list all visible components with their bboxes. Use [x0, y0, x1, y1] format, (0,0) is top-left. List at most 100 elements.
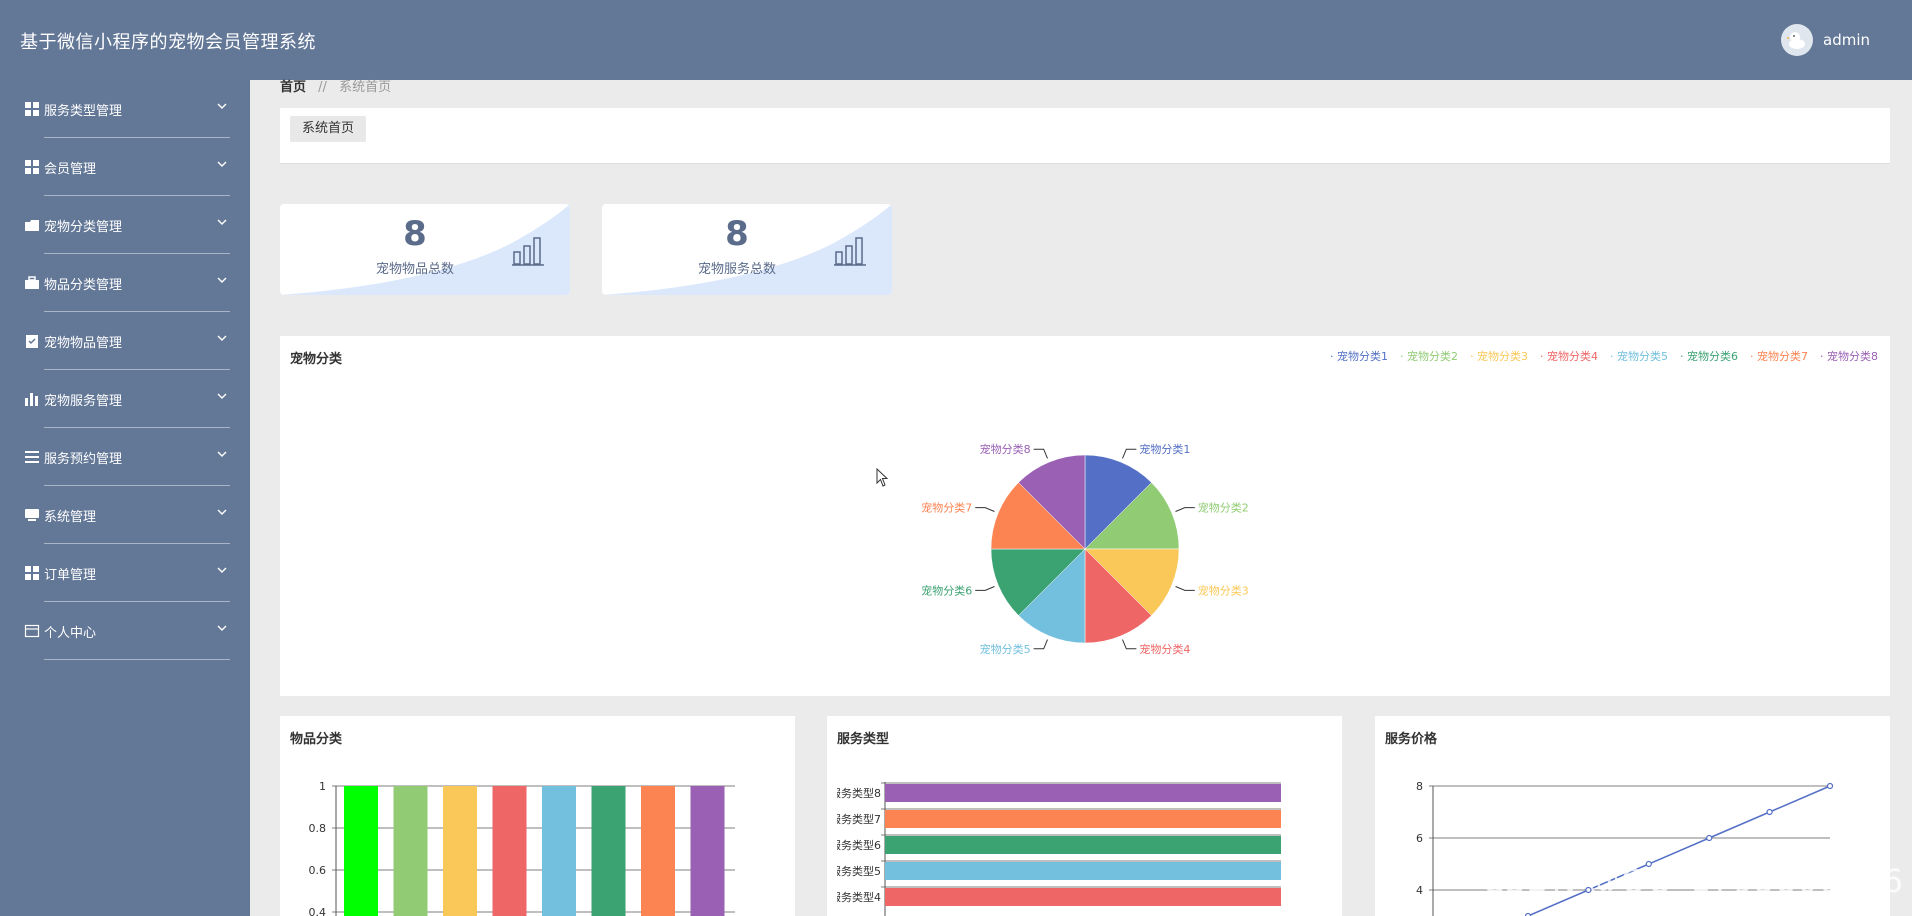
- y-category-label: 服务类型8: [830, 786, 881, 800]
- line-point[interactable]: [1706, 834, 1713, 842]
- chevron-down-icon[interactable]: [216, 332, 228, 344]
- sidebar-item[interactable]: 订单管理: [0, 544, 250, 602]
- breadcrumb-current: 系统首页: [339, 80, 392, 95]
- username[interactable]: admin: [1823, 31, 1870, 49]
- y-category-label: 服务类型4: [830, 890, 881, 904]
- pie-label: 宠物分类4: [1139, 642, 1190, 656]
- sidebar-item[interactable]: 宠物服务管理: [0, 370, 250, 428]
- bar-chart-icon: [834, 237, 866, 266]
- bar[interactable]: [393, 786, 428, 916]
- horizontal-bar-chart: 服务类型8 服务类型7 服务类型6 服务类型5 服务类型4: [827, 776, 1281, 916]
- chevron-down-icon[interactable]: [216, 216, 228, 228]
- y-tick-label: 0.8: [309, 822, 327, 835]
- sidebar-item-label: 订单管理: [44, 568, 97, 583]
- sidebar-item-label: 系统管理: [44, 510, 97, 525]
- user-menu[interactable]: admin: [1781, 24, 1870, 56]
- y-tick-label: 0.4: [309, 906, 327, 916]
- pie-label-line: [1175, 586, 1195, 591]
- sidebar-item-label: 宠物服务管理: [44, 394, 123, 409]
- chevron-down-icon[interactable]: [216, 100, 228, 112]
- hbar[interactable]: [885, 836, 1281, 854]
- sidebar-item-label: 物品分类管理: [44, 278, 123, 293]
- pie-panel: 宠物分类 · 宠物分类1 · 宠物分类2 · 宠物分类3 · 宠物分类4 · 宠物分类5…: [280, 336, 1890, 696]
- sidebar-item-label: 服务预约管理: [44, 452, 123, 467]
- sidebar-item-label: 个人中心: [44, 626, 97, 641]
- avatar[interactable]: [1781, 24, 1813, 56]
- list-icon: [25, 451, 39, 463]
- bar-chart-icon: [512, 237, 544, 266]
- pie-label: 宠物分类6: [921, 583, 972, 597]
- bar[interactable]: [641, 786, 675, 916]
- item-category-panel: 物品分类 1 0.8 0.6 0.4: [280, 716, 795, 916]
- tab-home[interactable]: 系统首页: [290, 116, 367, 142]
- y-tick-label: 4: [1416, 884, 1423, 897]
- pie-label-line: [1175, 507, 1195, 512]
- grid-icon: [25, 160, 39, 174]
- grid-icon: [25, 102, 39, 116]
- stat-value: 8: [403, 214, 427, 254]
- sidebar-item-label: 宠物物品管理: [44, 336, 123, 351]
- sidebar-item[interactable]: 会员管理: [0, 138, 250, 196]
- chevron-down-icon[interactable]: [216, 622, 228, 634]
- watermark: CSDN @QQ_1795806396: [1481, 862, 1904, 900]
- sidebar-item[interactable]: 物品分类管理: [0, 254, 250, 312]
- bar[interactable]: [443, 786, 477, 916]
- chevron-down-icon[interactable]: [216, 274, 228, 286]
- sidebar-item[interactable]: 服务预约管理: [0, 428, 250, 486]
- pie-label: 宠物分类8: [980, 442, 1031, 456]
- hbar[interactable]: [885, 862, 1281, 880]
- hbar[interactable]: [885, 888, 1281, 906]
- sidebar-item[interactable]: 服务类型管理: [0, 80, 250, 138]
- breadcrumb-home[interactable]: 首页: [280, 80, 306, 95]
- y-tick-label: 6: [1416, 832, 1423, 845]
- chevron-down-icon[interactable]: [216, 158, 228, 170]
- sidebar-item[interactable]: 宠物分类管理: [0, 196, 250, 254]
- y-tick-label: 0.6: [309, 864, 327, 877]
- tab-bar: 系统首页: [280, 108, 1890, 164]
- divider: [44, 659, 230, 660]
- bar[interactable]: [492, 786, 527, 916]
- pie-chart: 宠物分类1 宠物分类2 宠物分类3 宠物分类4 宠物分类5 宠物分类6 宠物分类7 宠物分类8: [921, 442, 1249, 656]
- pie-label: 宠物分类3: [1198, 583, 1249, 597]
- bar[interactable]: [591, 786, 626, 916]
- chevron-down-icon[interactable]: [216, 448, 228, 460]
- chevron-down-icon[interactable]: [216, 390, 228, 402]
- bar-chart: 1 0.8 0.6 0.4: [309, 780, 735, 916]
- y-category-label: 服务类型7: [830, 812, 881, 826]
- sidebar-item[interactable]: 系统管理: [0, 486, 250, 544]
- pie-label-line: [1122, 448, 1137, 459]
- stat-value: 8: [725, 214, 749, 254]
- chevron-down-icon[interactable]: [216, 564, 228, 576]
- briefcase-icon: [25, 276, 39, 289]
- pie-label: 宠物分类7: [921, 501, 972, 515]
- label-clip: [827, 776, 837, 916]
- bar[interactable]: [690, 786, 725, 916]
- y-tick-label: 1: [319, 780, 326, 793]
- bar-chart-icon: [25, 393, 38, 406]
- mouse-cursor-icon: [876, 468, 889, 487]
- chevron-down-icon[interactable]: [216, 506, 228, 518]
- y-category-label: 服务类型5: [830, 864, 881, 878]
- bar[interactable]: [344, 786, 378, 916]
- bar[interactable]: [542, 786, 576, 916]
- y-category-label: 服务类型6: [830, 838, 881, 852]
- hbar[interactable]: [885, 784, 1281, 802]
- sidebar-item[interactable]: 宠物物品管理: [0, 312, 250, 370]
- monitor-icon: [25, 509, 39, 521]
- hbar[interactable]: [885, 810, 1281, 828]
- line-point[interactable]: [1766, 808, 1773, 816]
- stat-card-items: 8 宠物物品总数: [280, 204, 570, 295]
- folder-icon: [25, 220, 39, 231]
- sidebar-item[interactable]: 个人中心: [0, 602, 250, 660]
- sidebar-item-label: 会员管理: [44, 162, 97, 177]
- sidebar: 服务类型管理 会员管理宠物分类管理 物品分类管理 宠物物品管理 宠物服务管理 服务预约管理…: [0, 80, 250, 916]
- sidebar-item-label: 服务类型管理: [44, 104, 123, 119]
- sidebar-item-label: 宠物分类管理: [44, 220, 123, 235]
- pie-label-line: [1033, 639, 1048, 650]
- pie-label-line: [975, 586, 995, 591]
- app-title: 基于微信小程序的宠物会员管理系统: [20, 32, 316, 53]
- stat-label: 宠物服务总数: [697, 262, 776, 277]
- pie-label-line: [975, 507, 995, 512]
- pie-label-line: [1033, 448, 1048, 459]
- line-point[interactable]: [1826, 782, 1834, 790]
